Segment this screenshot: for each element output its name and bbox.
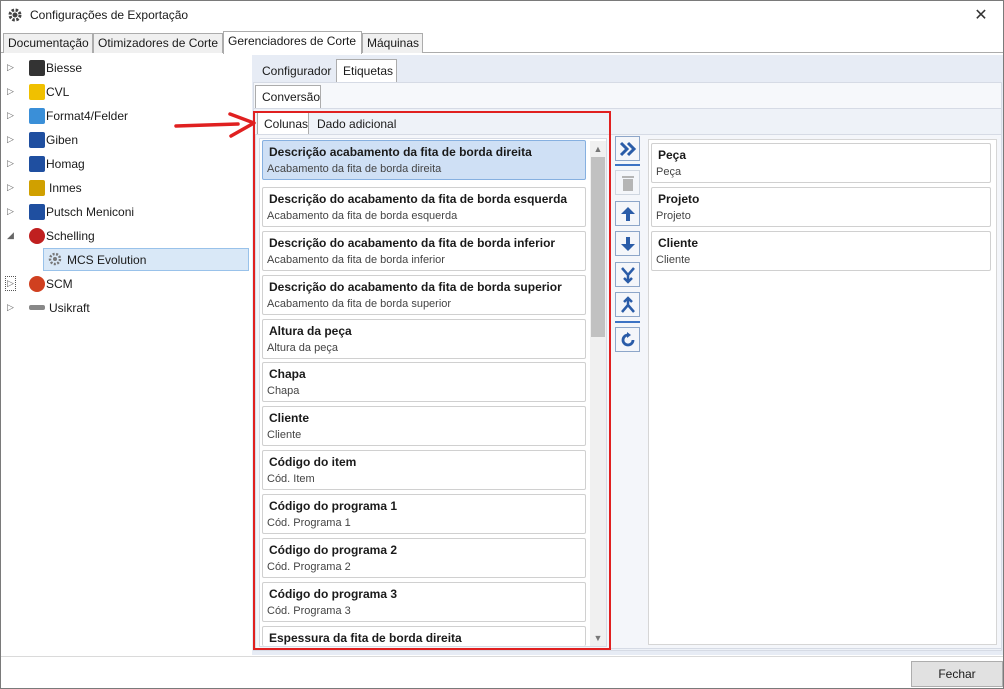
list-item-subtitle: Projeto — [656, 210, 691, 222]
expand-arrow-icon[interactable]: ▷ — [7, 134, 14, 145]
tree-item-mcs-evolution[interactable]: MCS Evolution — [43, 248, 249, 271]
tree-label: Usikraft — [49, 301, 90, 315]
expand-arrow-icon[interactable]: ▷ — [7, 86, 14, 97]
refresh-button[interactable] — [615, 327, 640, 352]
tab-documentacao[interactable]: Documentação — [3, 33, 93, 53]
close-dialog-button[interactable]: Fechar — [911, 661, 1003, 687]
tree-item-schelling[interactable]: ◢ Schelling — [1, 225, 251, 247]
tab-etiquetas[interactable]: Etiquetas — [336, 59, 397, 83]
tree-item-usikraft[interactable]: ▷ Usikraft — [1, 297, 251, 319]
manufacturer-tree: ▷ Biesse ▷ CVL ▷ Format4/Felder ▷ Giben … — [1, 55, 251, 655]
tree-label: CVL — [46, 85, 70, 99]
list-item-title: Cliente — [658, 236, 699, 250]
expand-arrow-icon[interactable]: ▷ — [7, 302, 14, 313]
giben-logo-icon — [29, 132, 45, 148]
tab-conversao[interactable]: Conversão — [255, 85, 321, 109]
expand-arrow-icon[interactable]: ▷ — [7, 182, 14, 193]
tree-label: SCM — [46, 277, 73, 291]
tab-otimizadores[interactable]: Otimizadores de Corte — [93, 33, 223, 53]
move-all-right-icon — [619, 141, 636, 156]
move-all-right-button[interactable] — [615, 136, 640, 161]
list-item-subtitle: Peça — [656, 166, 682, 178]
list-item[interactable]: Cliente Cliente — [651, 231, 991, 271]
export-settings-window: Configurações de Exportação ✕ Documentaç… — [0, 0, 1004, 689]
refresh-icon — [621, 331, 634, 346]
tree-item-biesse[interactable]: ▷ Biesse — [1, 57, 251, 79]
list-item-title: Projeto — [658, 192, 700, 206]
expand-arrow-icon[interactable]: ▷ — [7, 62, 14, 73]
expand-arrow-icon[interactable]: ▷ — [5, 276, 16, 291]
gear-icon — [48, 252, 62, 266]
list-item[interactable]: Projeto Projeto — [651, 187, 991, 227]
delete-icon — [621, 175, 634, 191]
merge-icon — [620, 266, 635, 284]
list-item-title: Peça — [658, 148, 687, 162]
putsch-logo-icon — [29, 204, 45, 220]
title-bar: Configurações de Exportação ✕ — [1, 1, 1003, 31]
format4-logo-icon — [29, 108, 45, 124]
tree-item-homag[interactable]: ▷ Homag — [1, 153, 251, 175]
list-item[interactable]: Peça Peça — [651, 143, 991, 183]
toolbar-separator — [615, 164, 640, 166]
move-down-icon — [620, 236, 635, 251]
annotation-arrow-icon — [174, 112, 256, 138]
merge-button[interactable] — [615, 262, 640, 287]
inmes-logo-icon — [29, 180, 45, 196]
collapse-arrow-icon[interactable]: ◢ — [7, 230, 14, 241]
tab-gerenciadores[interactable]: Gerenciadores de Corte — [223, 31, 362, 54]
tree-label: Format4/Felder — [46, 109, 129, 123]
tab-maquinas[interactable]: Máquinas — [362, 33, 423, 53]
window-title: Configurações de Exportação — [30, 8, 189, 22]
move-up-icon — [620, 206, 635, 221]
expand-arrow-icon[interactable]: ▷ — [7, 158, 14, 169]
tree-item-inmes[interactable]: ▷ Inmes — [1, 177, 251, 199]
expand-arrow-icon[interactable]: ▷ — [7, 110, 14, 121]
expand-arrow-icon[interactable]: ▷ — [7, 206, 14, 217]
tree-label: Homag — [46, 157, 85, 171]
list-item-subtitle: Cliente — [656, 254, 691, 266]
move-down-button[interactable] — [615, 231, 640, 256]
tree-item-cvl[interactable]: ▷ CVL — [1, 81, 251, 103]
dialog-footer: Fechar — [1, 656, 1003, 688]
homag-logo-icon — [29, 156, 45, 172]
tree-label: MCS Evolution — [67, 253, 147, 267]
tree-label: Giben — [46, 133, 79, 147]
settings-gear-icon — [8, 8, 22, 22]
split-icon — [620, 295, 635, 313]
cvl-logo-icon — [29, 84, 45, 100]
tree-label: Putsch Meniconi — [46, 205, 135, 219]
close-icon: ✕ — [974, 7, 988, 24]
biesse-logo-icon — [29, 60, 45, 76]
close-window-button[interactable]: ✕ — [959, 1, 1003, 29]
top-tab-strip: Documentação Otimizadores de Corte Geren… — [1, 31, 1003, 54]
split-button[interactable] — [615, 292, 640, 317]
schelling-logo-icon — [29, 228, 45, 244]
tree-item-scm[interactable]: ▷ SCM — [1, 273, 251, 295]
toolbar-separator — [615, 321, 640, 323]
tree-label: Schelling — [46, 229, 95, 243]
tree-label: Biesse — [46, 61, 83, 75]
tree-label: Inmes — [49, 181, 82, 195]
delete-button[interactable] — [615, 170, 640, 195]
tree-item-putsch[interactable]: ▷ Putsch Meniconi — [1, 201, 251, 223]
annotation-highlight-box — [253, 111, 611, 650]
tab-configurador[interactable]: Configurador — [255, 59, 334, 83]
scm-logo-icon — [29, 276, 45, 292]
usikraft-logo-icon — [29, 305, 45, 310]
move-up-button[interactable] — [615, 201, 640, 226]
